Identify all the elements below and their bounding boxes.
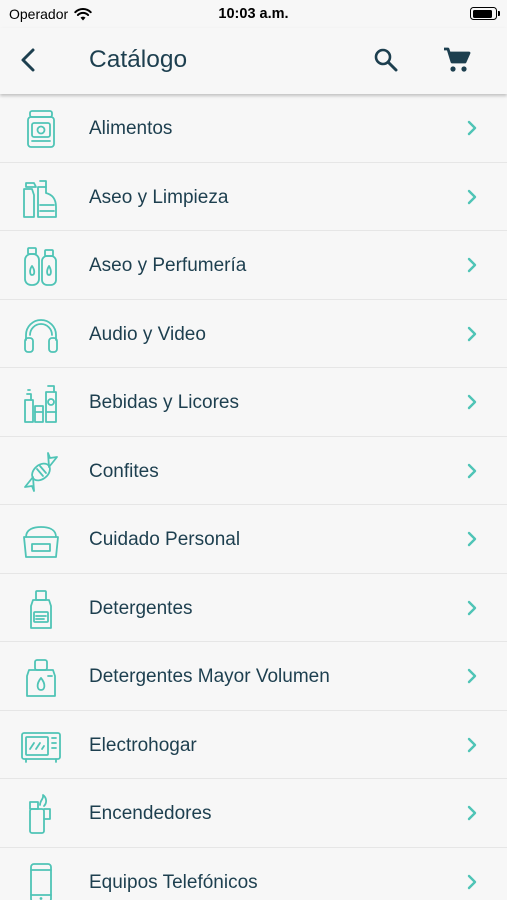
navigation-bar: Catálogo (0, 28, 507, 94)
chevron-right-icon (464, 462, 480, 480)
battery-icon (470, 7, 500, 20)
chevron-right-icon (464, 873, 480, 891)
search-icon (374, 48, 398, 72)
category-row[interactable]: Confites (0, 436, 507, 505)
category-row[interactable]: Aseo y Limpieza (0, 162, 507, 231)
page-title: Catálogo (89, 46, 188, 73)
chevron-right-icon (464, 256, 480, 274)
category-label: Bebidas y Licores (89, 392, 239, 413)
chevron-left-icon (21, 48, 35, 72)
category-row[interactable]: Aseo y Perfumería (0, 231, 507, 300)
category-row[interactable]: Detergentes (0, 573, 507, 642)
category-row[interactable]: Audio y Video (0, 299, 507, 368)
chevron-right-icon (464, 530, 480, 548)
cart-icon (444, 47, 471, 72)
chevron-right-icon (464, 599, 480, 617)
candy-icon (20, 451, 62, 493)
category-label: Aseo y Limpieza (89, 186, 229, 208)
chevron-right-icon (464, 736, 480, 754)
category-label: Detergentes Mayor Volumen (89, 666, 330, 687)
search-button[interactable] (372, 46, 400, 74)
cleaning-products-icon (20, 177, 62, 219)
status-bar: Operador 10:03 a.m. (0, 0, 507, 28)
category-label: Detergentes (89, 597, 193, 619)
category-label: Encendedores (89, 803, 212, 824)
category-label: Audio y Video (89, 323, 206, 345)
category-label: Aseo y Perfumería (89, 255, 247, 276)
cart-button[interactable] (442, 45, 472, 75)
perfume-bottles-icon (20, 245, 62, 287)
category-row[interactable]: Detergentes Mayor Volumen (0, 642, 507, 711)
status-time: 10:03 a.m. (218, 6, 289, 22)
chevron-right-icon (464, 393, 480, 411)
back-button[interactable] (14, 45, 44, 75)
cream-jar-icon (20, 519, 62, 561)
category-row[interactable]: Equipos Telefónicos (0, 847, 507, 900)
battery-level (472, 9, 493, 18)
headphones-icon (20, 314, 62, 356)
chevron-right-icon (464, 667, 480, 685)
beverages-icon (20, 382, 62, 424)
category-label: Confites (89, 460, 159, 482)
category-row[interactable]: Encendedores (0, 779, 507, 848)
chevron-right-icon (464, 119, 480, 137)
category-label: Alimentos (89, 118, 173, 139)
lighter-icon (20, 793, 62, 835)
chevron-right-icon (464, 804, 480, 822)
category-label: Equipos Telefónicos (89, 871, 258, 893)
phone-icon (20, 862, 62, 900)
category-label: Electrohogar (89, 734, 197, 756)
chevron-right-icon (464, 325, 480, 343)
chevron-right-icon (464, 188, 480, 206)
category-row[interactable]: Alimentos (0, 94, 507, 163)
category-row[interactable]: Cuidado Personal (0, 505, 507, 574)
category-row[interactable]: Electrohogar (0, 710, 507, 779)
large-detergent-icon (20, 656, 62, 698)
category-row[interactable]: Bebidas y Licores (0, 368, 507, 437)
category-label: Cuidado Personal (89, 529, 241, 550)
detergent-bottle-icon (20, 588, 62, 630)
food-jar-icon (20, 108, 62, 150)
microwave-icon (20, 725, 62, 767)
category-list: Alimentos Aseo y Limpieza Aseo y Perfumerí… (0, 94, 507, 900)
